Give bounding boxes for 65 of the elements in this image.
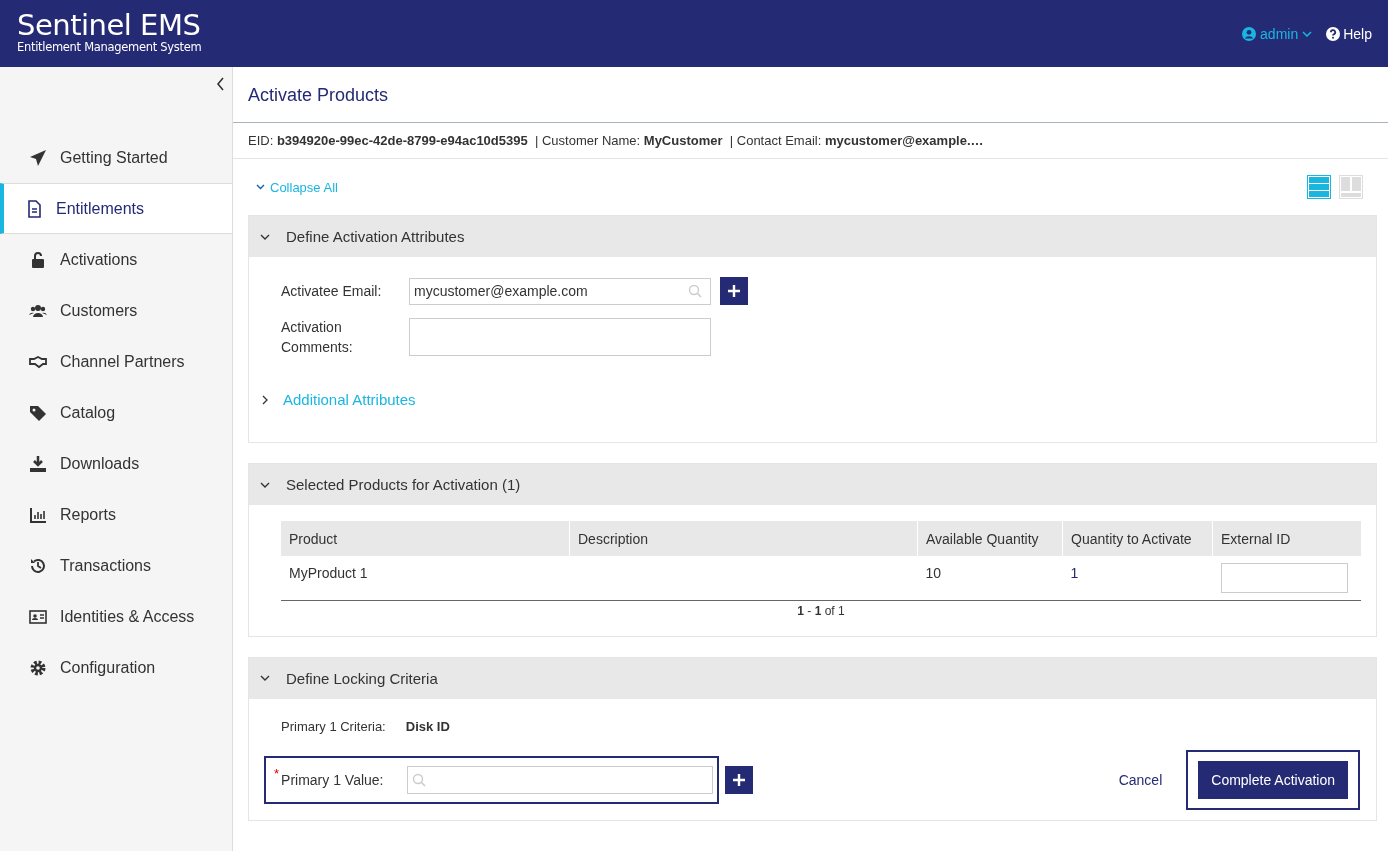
field-label: Primary 1 Criteria: [281, 718, 386, 734]
sidebar-item[interactable]: Downloads [0, 438, 232, 489]
complete-activation-button[interactable]: Complete Activation [1198, 760, 1348, 799]
column-header: Available Quantity [917, 521, 1063, 556]
chevron-down-icon [256, 184, 265, 190]
chevron-icon [261, 394, 269, 405]
chevron-icon [260, 673, 270, 683]
history-icon [29, 556, 47, 575]
user-menu[interactable]: admin [1242, 25, 1313, 42]
pagination-text: 1 - 1 of 1 [797, 603, 845, 618]
table-cell: MyProduct 1 [281, 556, 570, 600]
sidebar-item[interactable]: Customers [0, 285, 232, 336]
criteria-value: Disk ID [405, 718, 450, 734]
table-cell: 10 [917, 556, 1063, 600]
plus-icon [733, 773, 746, 786]
column-header: External ID [1212, 521, 1361, 556]
section-header[interactable]: Define Activation Attributes [249, 216, 1376, 257]
help-link[interactable]: Help [1326, 25, 1372, 42]
search-icon [688, 284, 702, 298]
page-title: Activate Products [233, 67, 1388, 123]
logo-subtitle: Entitlement Management System [17, 41, 202, 54]
section-header[interactable]: Selected Products for Activation (1) [249, 464, 1376, 505]
external-id-field[interactable] [1220, 563, 1348, 593]
caret-icon [1302, 30, 1313, 37]
id-card-icon [29, 607, 47, 626]
sidebar-item[interactable]: Getting Started [0, 132, 232, 183]
tag-icon [29, 403, 47, 422]
entitlement-info: EID: b394920e-99ec-42de-8799-e94ac10d5395 | Customer Name: MyCustomer | Contact Email: mycustomer@example.… [248, 133, 984, 148]
sidebar-item[interactable]: Catalog [0, 387, 232, 438]
sidebar-item[interactable]: Transactions [0, 540, 232, 591]
help-icon [1326, 26, 1341, 41]
required-mark: * [274, 765, 280, 781]
user-icon [1242, 26, 1257, 41]
plus-icon [728, 285, 740, 297]
column-header: Quantity to Activate [1062, 521, 1213, 556]
sidebar-item[interactable]: Reports [0, 489, 232, 540]
stacked-layout-icon[interactable] [1307, 175, 1331, 199]
primary-value-field[interactable] [407, 765, 714, 794]
split-layout-icon[interactable] [1339, 175, 1363, 199]
sidebar-item[interactable]: Channel Partners [0, 336, 232, 387]
sidebar-item[interactable]: Activations [0, 234, 232, 285]
sidebar-item[interactable]: Identities & Access [0, 591, 232, 642]
comments-field[interactable] [409, 318, 711, 356]
collapse-sidebar-icon[interactable] [216, 77, 225, 91]
column-header: Description [569, 521, 918, 556]
search-icon [412, 772, 427, 787]
sidebar-item[interactable]: Configuration [0, 642, 232, 693]
padlock-icon [29, 250, 47, 269]
sidebar-item[interactable]: Entitlements [0, 183, 232, 234]
bar-chart-icon [29, 505, 47, 524]
add-button[interactable] [720, 277, 748, 305]
document-icon [25, 199, 43, 218]
paper-plane-icon [29, 148, 47, 167]
table-cell: 1 [1062, 556, 1213, 600]
email-field[interactable]: mycustomer@example.com [409, 277, 711, 305]
cancel-link[interactable]: Cancel [1118, 771, 1163, 788]
field-label: Activation Comments: [281, 318, 354, 357]
section-header[interactable]: Define Locking Criteria [249, 657, 1376, 699]
field-label: Primary 1 Value: [281, 771, 385, 788]
gear-icon [29, 658, 47, 677]
field-label: Activatee Email: [281, 282, 383, 301]
add-button[interactable] [725, 765, 754, 794]
logo-title: Sentinel EMS [17, 9, 202, 41]
column-header: Product [281, 521, 570, 556]
download-icon [29, 454, 47, 473]
